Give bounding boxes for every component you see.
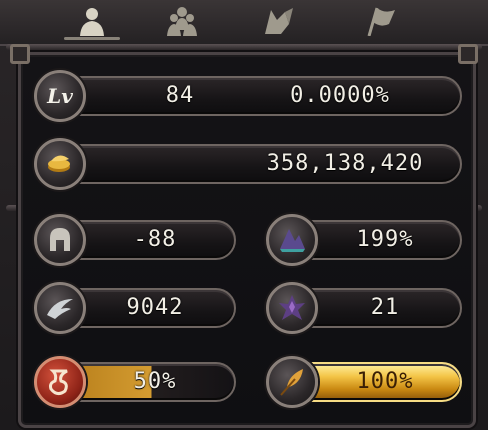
person-icon bbox=[80, 8, 104, 36]
helmet-icon bbox=[50, 228, 70, 251]
stamina-badge bbox=[266, 356, 318, 408]
magic-value: 199% bbox=[356, 227, 414, 252]
defense-badge bbox=[34, 214, 86, 266]
corner-ornament bbox=[10, 44, 30, 64]
tab-party[interactable] bbox=[136, 0, 228, 42]
group-icon bbox=[167, 7, 197, 36]
exp-percent: 0.0000% bbox=[290, 83, 390, 108]
crit-value: 21 bbox=[370, 295, 400, 320]
stamina-value: 100% bbox=[356, 369, 414, 394]
stats-window: Lv 84 0.0000% 358,138,420 -88 199% 9042 bbox=[0, 0, 488, 430]
magic-badge bbox=[266, 214, 318, 266]
star-crystal-icon bbox=[279, 295, 305, 320]
flag-icon bbox=[367, 7, 395, 36]
level-value: 84 bbox=[165, 83, 195, 108]
speed-badge bbox=[34, 282, 86, 334]
hunger-value: 50% bbox=[133, 369, 177, 394]
tab-guild[interactable] bbox=[334, 0, 426, 42]
crystal-icon bbox=[280, 229, 305, 252]
tab-pet[interactable] bbox=[232, 0, 324, 42]
fox-icon bbox=[265, 8, 293, 34]
tab-character[interactable] bbox=[46, 0, 138, 42]
divider-top bbox=[6, 44, 482, 50]
feather-icon bbox=[280, 369, 303, 396]
stomach-icon bbox=[49, 369, 68, 396]
tab-bar bbox=[0, 0, 488, 46]
gold-value: 358,138,420 bbox=[266, 151, 424, 176]
crit-badge bbox=[266, 282, 318, 334]
hunger-badge bbox=[34, 356, 86, 408]
speed-value: 9042 bbox=[126, 295, 184, 320]
level-icon: Lv bbox=[34, 70, 86, 122]
gold-badge bbox=[34, 138, 86, 190]
wing-icon bbox=[47, 299, 73, 319]
corner-ornament bbox=[458, 44, 478, 64]
coins-icon bbox=[48, 155, 70, 172]
level-icon-text: Lv bbox=[47, 84, 73, 108]
defense-value: -88 bbox=[133, 227, 177, 252]
